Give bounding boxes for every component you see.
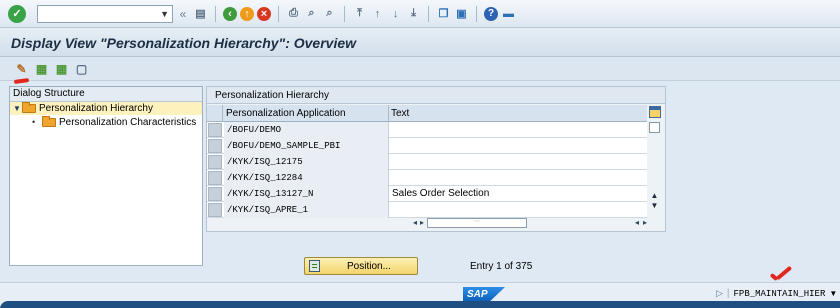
annotation-checkmark (768, 266, 794, 284)
folder-icon (42, 116, 56, 127)
horizontal-scrollbar[interactable]: ◂ ▸ ⋯ ◂ ▸ (413, 217, 657, 229)
select-all-icon[interactable]: ▦ (34, 61, 49, 76)
tree-node-label: Personalization Characteristics (59, 117, 197, 128)
tree-node-label: Personalization Hierarchy (39, 103, 153, 114)
toolbar-divider (428, 5, 429, 22)
vertical-scroll-top[interactable] (649, 122, 660, 133)
system-toolbar: ✓ ▼ « ▤ ‹ ↑ × ⎙ ⌕ ⌕ ⤒ ↑ ↓ ⤓ ❐ ▣ ? ▬ (0, 0, 840, 28)
status-bar: SAP ▷ | FPB_MAINTAIN_HIER ▼ (0, 282, 840, 308)
table-row[interactable]: /KYK/ISQ_12284 (207, 170, 647, 186)
command-field[interactable]: ▼ (37, 4, 173, 23)
new-session-icon[interactable]: ❐ (436, 6, 451, 21)
command-input[interactable] (38, 5, 156, 22)
column-header-application[interactable]: Personalization Application (224, 105, 389, 122)
back-icon[interactable]: ‹ (223, 6, 237, 21)
cell-application[interactable]: /KYK/ISQ_12175 (224, 154, 389, 170)
table-container: Personalization Hierarchy Personalizatio… (206, 86, 666, 232)
cell-text[interactable] (390, 202, 647, 218)
scroll-up-icon[interactable]: ▲ (649, 191, 660, 201)
row-selector[interactable] (208, 139, 222, 153)
dialog-structure-heading: Dialog Structure (10, 87, 202, 102)
next-page-icon[interactable]: ↓ (388, 6, 403, 21)
history-back-icon[interactable]: « (176, 7, 190, 21)
find-icon[interactable]: ⌕ (304, 6, 319, 21)
annotation-underline (13, 77, 30, 85)
row-selector[interactable] (208, 187, 222, 201)
toolbar-divider (278, 5, 279, 22)
title-bar: Display View "Personalization Hierarchy"… (0, 28, 840, 57)
exit-icon[interactable]: ↑ (240, 6, 254, 21)
scroll-left-small-icon[interactable]: ◂ (635, 217, 639, 229)
table-row[interactable]: /KYK/ISQ_APRE_1 (207, 202, 647, 218)
scroll-right-icon[interactable]: ▸ (643, 217, 647, 229)
folder-icon (22, 102, 36, 113)
cell-text[interactable] (390, 138, 647, 154)
scroll-down-icon[interactable]: ▼ (649, 201, 660, 211)
column-header-text[interactable]: Text (390, 105, 647, 122)
row-selector[interactable] (208, 123, 222, 137)
shortcut-icon[interactable]: ▣ (454, 6, 469, 21)
select-all-corner[interactable] (207, 105, 223, 122)
row-selector[interactable] (208, 155, 222, 169)
toolbar-divider (215, 5, 216, 22)
tree-node-personalization-characteristics[interactable]: • Personalization Characteristics (32, 116, 196, 129)
save-icon[interactable]: ▤ (193, 6, 208, 21)
application-toolbar: ✎ ▦ ▦ ▢ (0, 57, 840, 81)
expand-status-icon[interactable]: ▷ (716, 288, 723, 299)
tree-node-personalization-hierarchy[interactable]: ▼ Personalization Hierarchy (10, 102, 202, 115)
cell-text[interactable] (390, 170, 647, 186)
deselect-all-icon[interactable]: ▢ (74, 61, 89, 76)
cancel-icon[interactable]: × (257, 6, 271, 21)
scroll-thumb[interactable]: ⋯ (427, 218, 527, 228)
select-block-icon[interactable]: ▦ (54, 61, 69, 76)
dialog-structure-panel: Dialog Structure ▼ Personalization Hiera… (9, 86, 203, 266)
column-settings-icon[interactable] (649, 106, 661, 118)
bullet-icon: • (32, 117, 36, 127)
table-row[interactable]: /BOFU/DEMO_SAMPLE_PBI (207, 138, 647, 154)
expand-triangle-icon[interactable]: ▼ (13, 102, 22, 115)
cell-application[interactable]: /KYK/ISQ_APRE_1 (224, 202, 389, 218)
transaction-info[interactable]: ▷ | FPB_MAINTAIN_HIER ▼ (716, 288, 837, 299)
help-icon[interactable]: ? (484, 6, 498, 21)
position-icon (309, 260, 320, 272)
row-selector[interactable] (208, 203, 222, 217)
first-page-icon[interactable]: ⤒ (352, 6, 367, 21)
transaction-code: FPB_MAINTAIN_HIER (733, 288, 826, 299)
last-page-icon[interactable]: ⤓ (406, 6, 421, 21)
position-button-label: Position... (347, 261, 391, 272)
chevron-down-icon[interactable]: ▼ (160, 9, 169, 19)
cell-application[interactable]: /KYK/ISQ_12284 (224, 170, 389, 186)
toolbar-divider (344, 5, 345, 22)
scroll-right-small-icon[interactable]: ▸ (420, 217, 424, 229)
row-selector[interactable] (208, 171, 222, 185)
find-next-icon[interactable]: ⌕ (322, 6, 337, 21)
cell-application[interactable]: /KYK/ISQ_13127_N (224, 186, 389, 202)
table-title: Personalization Hierarchy (207, 87, 665, 104)
toolbar-divider (476, 5, 477, 22)
cell-text[interactable] (390, 122, 647, 138)
status-divider: | (726, 288, 730, 299)
position-button[interactable]: Position... (304, 257, 418, 275)
display-change-icon[interactable]: ✎ (14, 61, 29, 76)
table-header: Personalization Application Text (207, 105, 647, 122)
cell-text[interactable]: Sales Order Selection (390, 186, 647, 202)
cell-application[interactable]: /BOFU/DEMO (224, 122, 389, 138)
previous-page-icon[interactable]: ↑ (370, 6, 385, 21)
vertical-scrollbar[interactable]: ▲ ▼ (649, 191, 660, 219)
chevron-down-icon[interactable]: ▼ (829, 289, 837, 298)
scroll-left-icon[interactable]: ◂ (413, 217, 417, 229)
table-row[interactable]: /KYK/ISQ_12175 (207, 154, 647, 170)
table-row[interactable]: /KYK/ISQ_13127_N Sales Order Selection (207, 186, 647, 202)
print-icon[interactable]: ⎙ (286, 6, 301, 21)
customize-layout-icon[interactable]: ▬ (501, 6, 516, 21)
entry-counter: Entry 1 of 375 (470, 261, 533, 272)
page-title: Display View "Personalization Hierarchy"… (11, 35, 357, 51)
brand-band (0, 301, 840, 308)
table-row[interactable]: /BOFU/DEMO (207, 122, 647, 138)
enter-check-icon[interactable]: ✓ (8, 4, 26, 23)
cell-text[interactable] (390, 154, 647, 170)
cell-application[interactable]: /BOFU/DEMO_SAMPLE_PBI (224, 138, 389, 154)
